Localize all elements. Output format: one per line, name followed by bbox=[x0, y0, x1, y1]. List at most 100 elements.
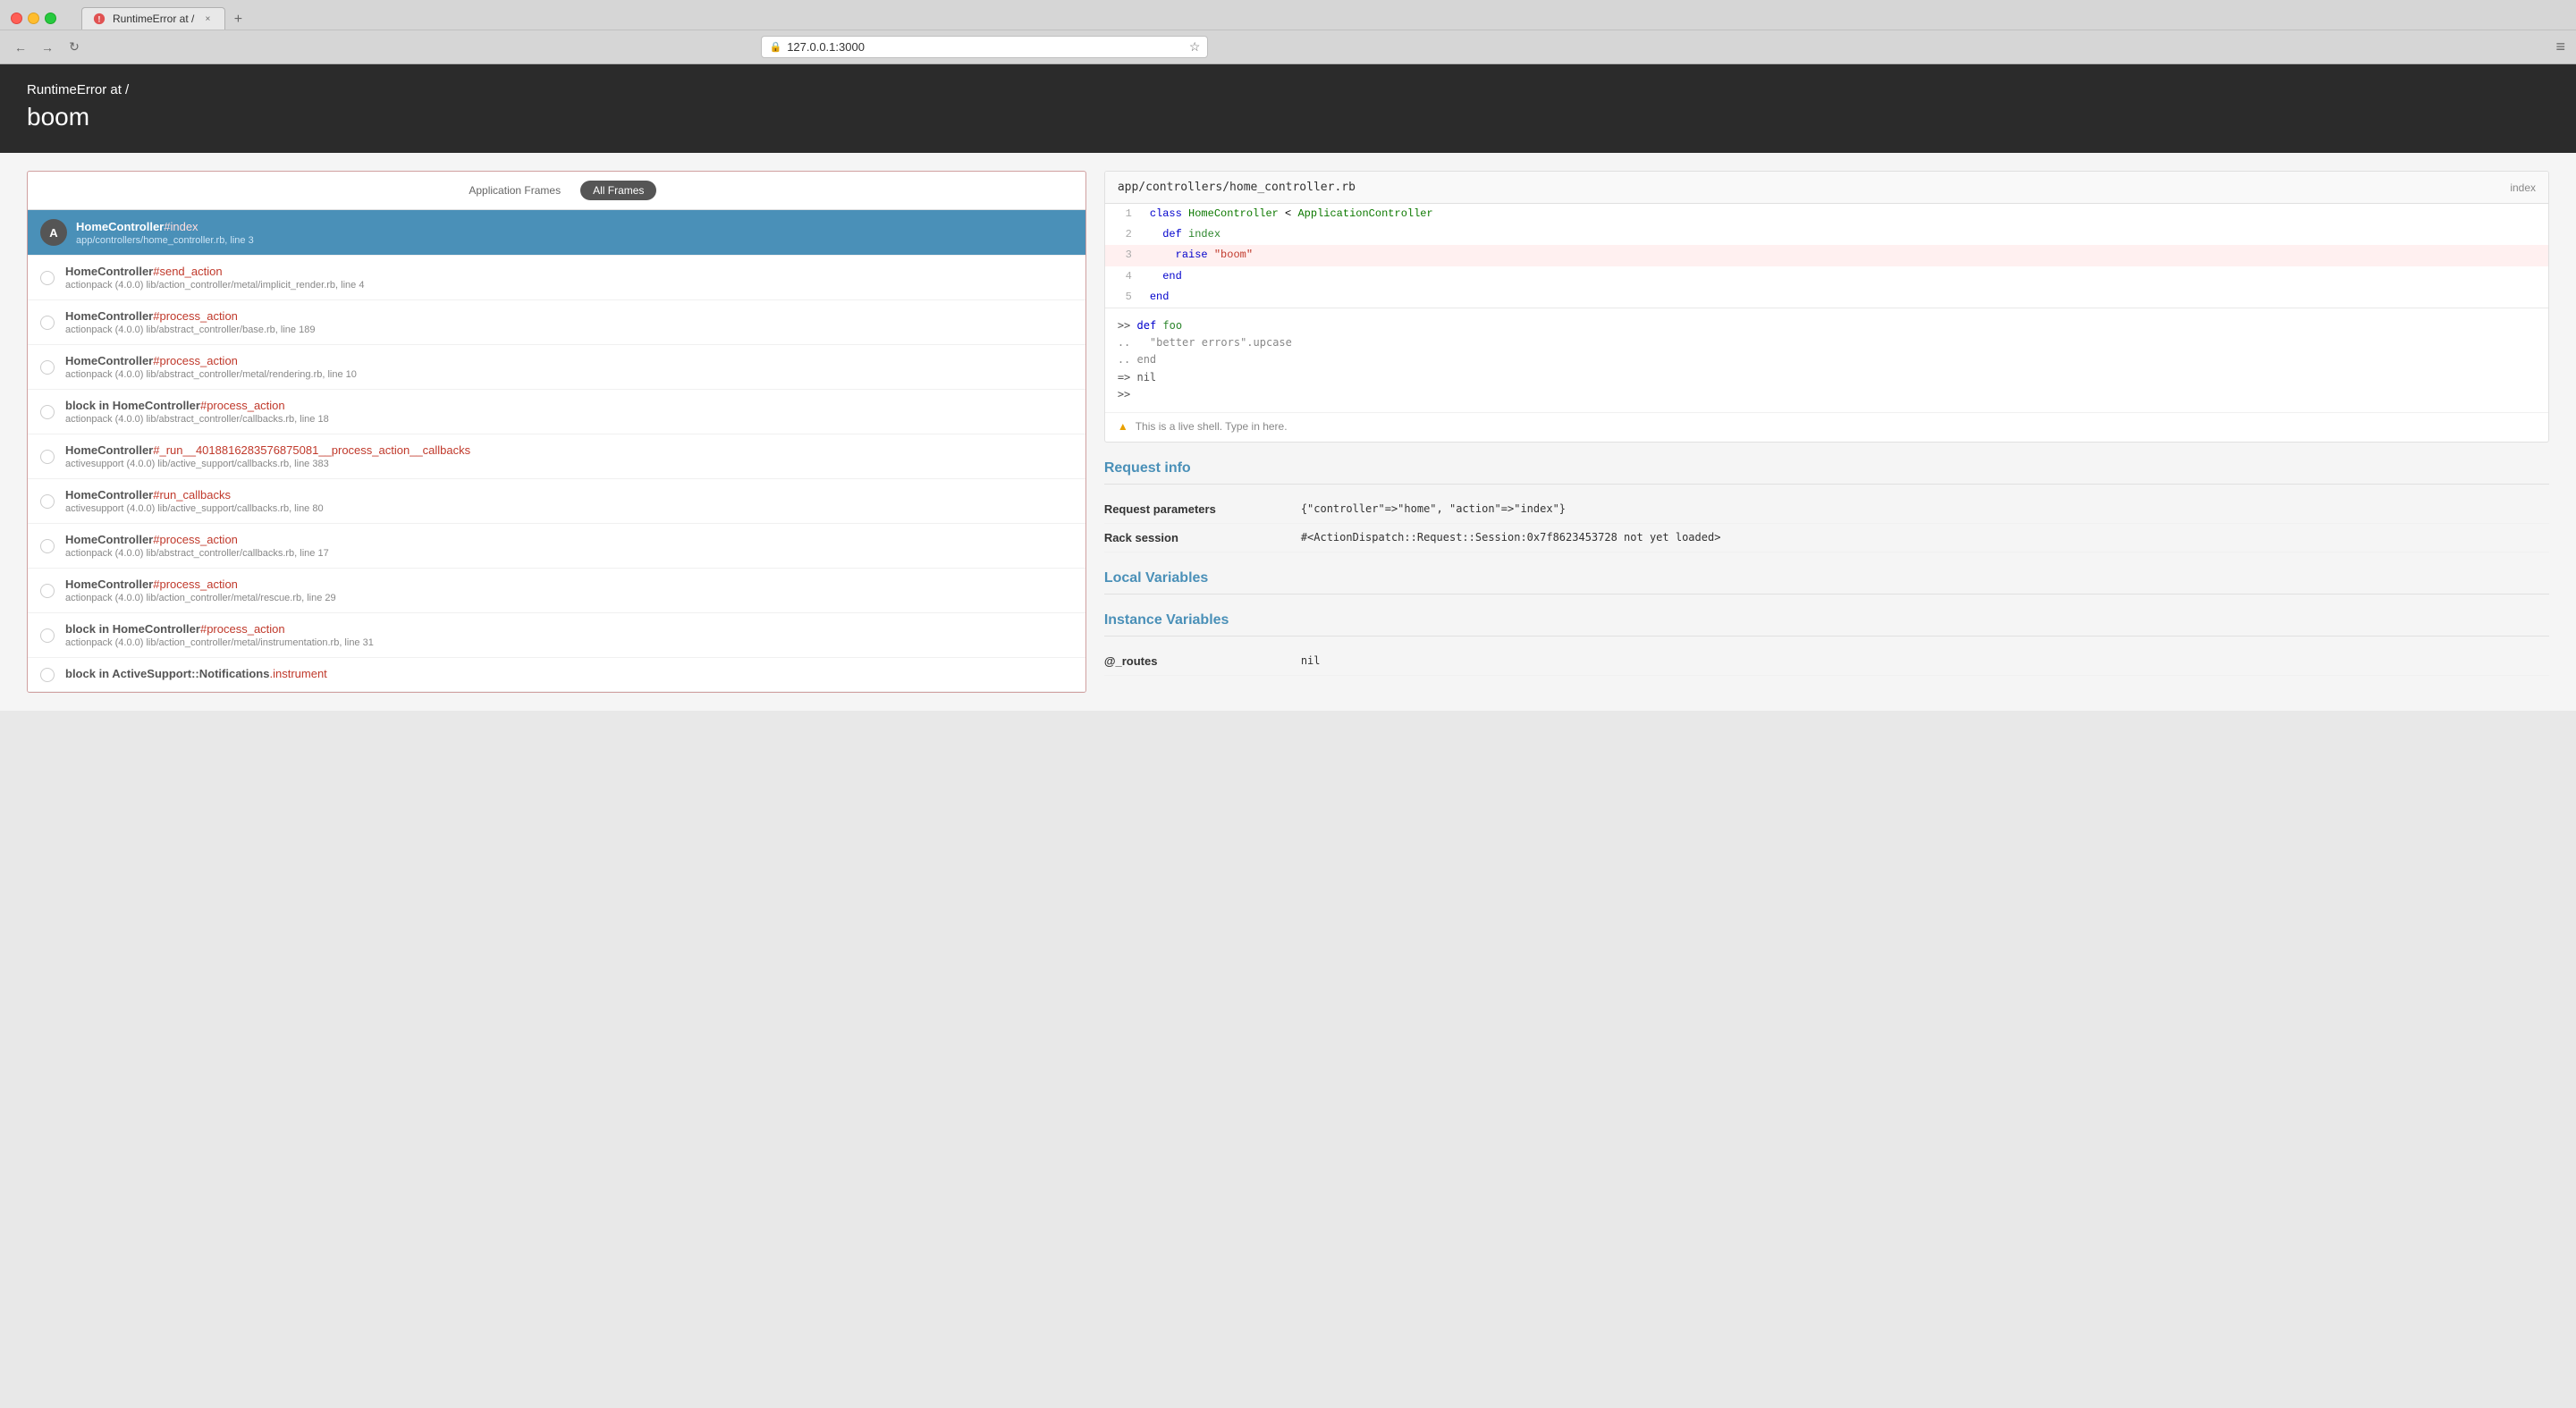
shell-hint-text: This is a live shell. Type in here. bbox=[1136, 420, 1288, 433]
error-header: RuntimeError at / boom bbox=[0, 64, 2576, 153]
frame-name: HomeController#_run__4018816283576875081… bbox=[65, 443, 1073, 457]
frame-radio bbox=[40, 668, 55, 682]
frame-radio bbox=[40, 584, 55, 598]
close-traffic-light[interactable] bbox=[11, 13, 22, 24]
warning-icon: ▲ bbox=[1118, 420, 1128, 433]
frame-item[interactable]: HomeController#_run__4018816283576875081… bbox=[28, 434, 1085, 479]
routes-value: nil bbox=[1301, 654, 1321, 668]
frame-name: HomeController#send_action bbox=[65, 265, 1073, 278]
error-body: Application Frames All Frames A HomeCont… bbox=[0, 153, 2576, 711]
frame-name: HomeController#process_action bbox=[65, 533, 1073, 546]
frame-item[interactable]: HomeController#send_action actionpack (4… bbox=[28, 256, 1085, 300]
browser-tab[interactable]: ! RuntimeError at / × bbox=[81, 7, 225, 30]
code-line: 5 end bbox=[1105, 287, 2548, 308]
reload-button[interactable]: ↻ bbox=[64, 38, 84, 57]
maximize-traffic-light[interactable] bbox=[45, 13, 56, 24]
frame-info: HomeController#send_action actionpack (4… bbox=[65, 265, 1073, 291]
error-message: boom bbox=[27, 103, 2549, 131]
avatar: A bbox=[40, 219, 67, 246]
frame-name: block in HomeController#process_action bbox=[65, 622, 1073, 636]
repl-line: .. end bbox=[1118, 351, 2536, 368]
tab-favicon-icon: ! bbox=[93, 13, 106, 25]
local-variables-section: Local Variables bbox=[1104, 570, 2549, 594]
frames-list: A HomeController#index app/controllers/h… bbox=[28, 210, 1085, 692]
repl-area[interactable]: >> def foo .. "better errors".upcase .. … bbox=[1105, 308, 2548, 412]
back-button[interactable]: ← bbox=[11, 38, 30, 57]
parameters-value: {"controller"=>"home", "action"=>"index"… bbox=[1301, 502, 1566, 516]
right-panel: app/controllers/home_controller.rb index… bbox=[1104, 171, 2549, 693]
instance-variables-section: Instance Variables @_routes nil bbox=[1104, 612, 2549, 676]
frame-radio bbox=[40, 494, 55, 509]
code-line: 1 class HomeController < ApplicationCont… bbox=[1105, 204, 2548, 224]
info-row: @_routes nil bbox=[1104, 647, 2549, 676]
menu-icon[interactable]: ≡ bbox=[2555, 38, 2565, 56]
local-variables-title: Local Variables bbox=[1104, 570, 2549, 594]
request-info-title: Request info bbox=[1104, 460, 2549, 485]
frame-info: HomeController#_run__4018816283576875081… bbox=[65, 443, 1073, 469]
frame-info: HomeController#process_action actionpack… bbox=[65, 578, 1073, 603]
application-frames-tab[interactable]: Application Frames bbox=[456, 181, 573, 200]
frame-name: HomeController#index bbox=[76, 220, 1073, 233]
frame-radio bbox=[40, 316, 55, 330]
tab-title: RuntimeError at / bbox=[113, 13, 194, 25]
request-info-table: Request parameters {"controller"=>"home"… bbox=[1104, 495, 2549, 552]
frame-path: actionpack (4.0.0) lib/abstract_controll… bbox=[65, 369, 1073, 380]
url-text[interactable]: 127.0.0.1:3000 bbox=[787, 40, 1184, 54]
error-type: RuntimeError at / bbox=[27, 82, 2549, 97]
repl-line: => nil bbox=[1118, 369, 2536, 386]
frame-item[interactable]: block in ActiveSupport::Notifications.in… bbox=[28, 658, 1085, 692]
frame-path: actionpack (4.0.0) lib/abstract_controll… bbox=[65, 548, 1073, 559]
frame-item[interactable]: HomeController#run_callbacks activesuppo… bbox=[28, 479, 1085, 524]
frame-info: block in HomeController#process_action a… bbox=[65, 399, 1073, 425]
frame-item[interactable]: HomeController#process_action actionpack… bbox=[28, 345, 1085, 390]
frame-name: HomeController#process_action bbox=[65, 309, 1073, 323]
session-value: #<ActionDispatch::Request::Session:0x7f8… bbox=[1301, 531, 1721, 544]
bookmark-icon[interactable]: ☆ bbox=[1189, 39, 1201, 55]
repl-input-line[interactable]: >> bbox=[1118, 386, 2536, 403]
frame-item[interactable]: HomeController#process_action actionpack… bbox=[28, 300, 1085, 345]
info-row: Rack session #<ActionDispatch::Request::… bbox=[1104, 524, 2549, 552]
code-action-label: index bbox=[2510, 181, 2536, 194]
frames-panel: Application Frames All Frames A HomeCont… bbox=[27, 171, 1086, 693]
frame-item[interactable]: block in HomeController#process_action a… bbox=[28, 390, 1085, 434]
frame-info: block in HomeController#process_action a… bbox=[65, 622, 1073, 648]
frame-path: actionpack (4.0.0) lib/abstract_controll… bbox=[65, 325, 1073, 335]
minimize-traffic-light[interactable] bbox=[28, 13, 39, 24]
repl-line: >> def foo bbox=[1118, 317, 2536, 334]
frame-path: actionpack (4.0.0) lib/action_controller… bbox=[65, 593, 1073, 603]
frame-item[interactable]: HomeController#process_action actionpack… bbox=[28, 569, 1085, 613]
frame-item[interactable]: block in HomeController#process_action a… bbox=[28, 613, 1085, 658]
frame-item[interactable]: A HomeController#index app/controllers/h… bbox=[28, 210, 1085, 256]
lock-icon: 🔒 bbox=[769, 41, 781, 53]
svg-text:!: ! bbox=[98, 15, 101, 24]
frame-path: activesupport (4.0.0) lib/active_support… bbox=[65, 459, 1073, 469]
instance-variables-title: Instance Variables bbox=[1104, 612, 2549, 637]
code-header: app/controllers/home_controller.rb index bbox=[1105, 172, 2548, 204]
frame-path: app/controllers/home_controller.rb, line… bbox=[76, 235, 1073, 246]
tab-close-button[interactable]: × bbox=[201, 13, 214, 25]
repl-line: .. "better errors".upcase bbox=[1118, 334, 2536, 351]
code-block: 1 class HomeController < ApplicationCont… bbox=[1105, 204, 2548, 308]
new-tab-button[interactable]: + bbox=[225, 10, 250, 30]
frame-info: HomeController#index app/controllers/hom… bbox=[76, 220, 1073, 246]
frame-radio bbox=[40, 539, 55, 553]
code-filename: app/controllers/home_controller.rb bbox=[1118, 181, 1356, 194]
all-frames-tab[interactable]: All Frames bbox=[580, 181, 656, 200]
frame-name: HomeController#process_action bbox=[65, 354, 1073, 367]
frame-name: block in ActiveSupport::Notifications.in… bbox=[65, 667, 1073, 680]
frame-path: actionpack (4.0.0) lib/action_controller… bbox=[65, 280, 1073, 291]
frame-info: HomeController#process_action actionpack… bbox=[65, 354, 1073, 380]
parameters-label: Request parameters bbox=[1104, 502, 1301, 516]
session-label: Rack session bbox=[1104, 531, 1301, 544]
frame-item[interactable]: HomeController#process_action actionpack… bbox=[28, 524, 1085, 569]
address-bar: 🔒 127.0.0.1:3000 ☆ bbox=[761, 36, 1208, 58]
routes-label: @_routes bbox=[1104, 654, 1301, 668]
info-row: Request parameters {"controller"=>"home"… bbox=[1104, 495, 2549, 524]
forward-button[interactable]: → bbox=[38, 38, 57, 57]
frame-name: HomeController#process_action bbox=[65, 578, 1073, 591]
error-at-text: at / bbox=[106, 82, 129, 97]
frame-path: actionpack (4.0.0) lib/action_controller… bbox=[65, 637, 1073, 648]
frame-info: HomeController#process_action actionpack… bbox=[65, 533, 1073, 559]
frame-info: HomeController#process_action actionpack… bbox=[65, 309, 1073, 335]
frame-radio bbox=[40, 628, 55, 643]
